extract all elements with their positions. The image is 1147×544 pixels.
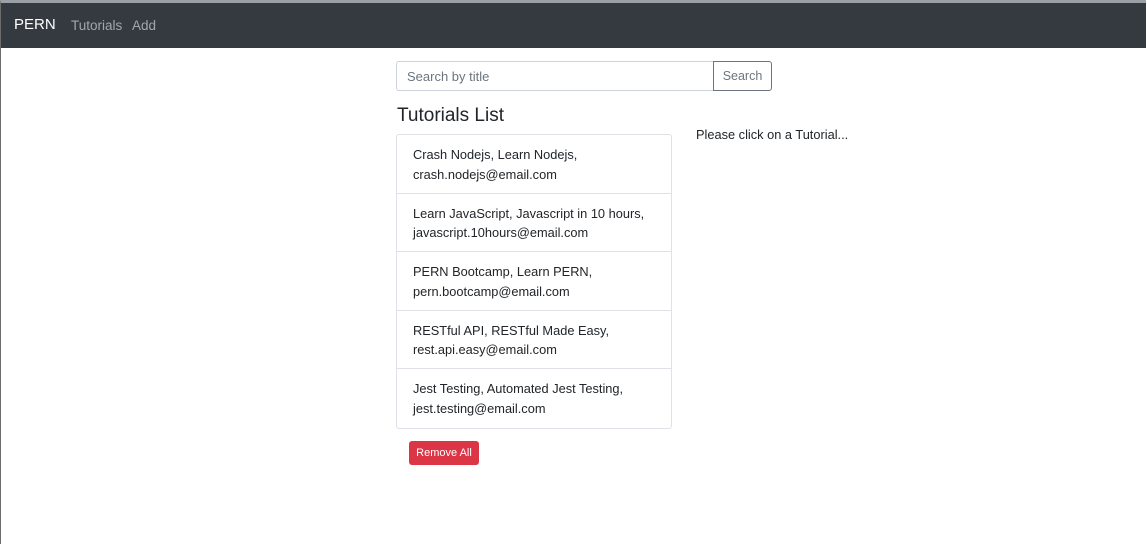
search-group: Search	[396, 61, 772, 91]
tutorials-list: Crash Nodejs, Learn Nodejs, crash.nodejs…	[396, 134, 672, 429]
list-item-title: Jest Testing, Automated Jest Testing,	[413, 381, 624, 397]
app-window: PERN Tutorials Add Search Tutorials List…	[0, 0, 1146, 544]
remove-all-button[interactable]: Remove All	[409, 441, 479, 465]
tutorials-list-title: Tutorials List	[397, 105, 504, 126]
list-item-title: Crash Nodejs, Learn Nodejs,	[413, 147, 578, 162]
select-tutorial-hint: Please click on a Tutorial...	[696, 127, 849, 142]
list-item-email: pern.bootcamp@email.com	[413, 283, 570, 299]
list-item-email: rest.api.easy@email.com	[413, 342, 557, 358]
list-item-email: crash.nodejs@email.com	[413, 166, 557, 182]
list-item[interactable]: Jest Testing, Automated Jest Testing, je…	[397, 369, 671, 428]
top-navbar: PERN Tutorials Add	[1, 3, 1146, 48]
list-item[interactable]: RESTful API, RESTful Made Easy, rest.api…	[397, 311, 671, 370]
search-input[interactable]	[396, 61, 714, 91]
list-item-title: RESTful API, RESTful Made Easy,	[413, 322, 610, 338]
list-item[interactable]: Crash Nodejs, Learn Nodejs, crash.nodejs…	[397, 135, 671, 194]
list-item-email: jest.testing@email.com	[413, 400, 546, 416]
brand-link[interactable]: PERN	[14, 16, 56, 33]
nav-link-add[interactable]: Add	[132, 18, 156, 33]
search-button[interactable]: Search	[713, 61, 772, 91]
list-item-title: PERN Bootcamp, Learn PERN,	[413, 264, 593, 280]
list-item[interactable]: PERN Bootcamp, Learn PERN, pern.bootcamp…	[397, 252, 671, 311]
list-item[interactable]: Learn JavaScript, Javascript in 10 hours…	[397, 194, 671, 253]
nav-link-tutorials[interactable]: Tutorials	[71, 18, 122, 33]
list-item-email: javascript.10hours@email.com	[413, 225, 589, 241]
list-item-title: Learn JavaScript, Javascript in 10 hours…	[413, 205, 645, 221]
